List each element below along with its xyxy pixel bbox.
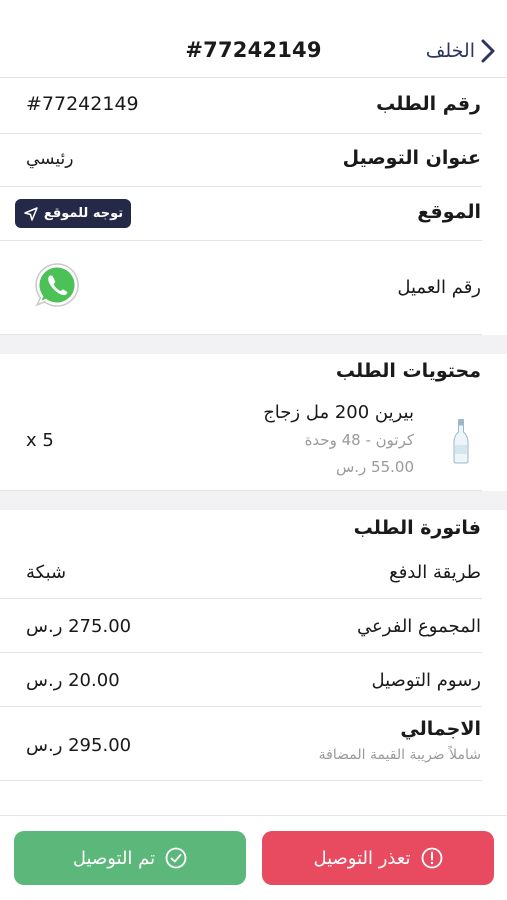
contents-title: محتويات الطلب (335, 360, 481, 382)
subtotal-value: 275.00 ر.س (26, 616, 132, 637)
delivered-button[interactable]: تم التوصيل (14, 831, 246, 885)
order-number-label: رقم الطلب (376, 93, 481, 115)
back-label: الخلف (425, 40, 475, 62)
contents-header: محتويات الطلب (0, 354, 507, 394)
divider (0, 780, 482, 781)
total-value: 295.00 ر.س (26, 735, 132, 756)
subtotal-label: المجموع الفرعي (357, 616, 481, 637)
exclamation-circle-icon (421, 847, 442, 869)
address-value: رئيسي (26, 149, 74, 169)
delivery-fee-value: 20.00 ر.س (26, 670, 120, 691)
chevron-right-icon (481, 39, 495, 63)
product-unit: كرتون - 48 وحدة (304, 431, 414, 449)
address-label: عنوان التوصيل (342, 147, 481, 169)
delivered-label: تم التوصيل (72, 847, 156, 869)
delivery-failed-button[interactable]: تعذر التوصيل (262, 831, 494, 885)
check-circle-icon (165, 847, 187, 869)
invoice-title: فاتورة الطلب (353, 517, 481, 539)
order-number-value: #77242149 (26, 93, 139, 115)
divider (0, 652, 482, 653)
total-note: شاملاً ضريبة القيمة المضافة (318, 747, 481, 763)
location-label: الموقع (417, 201, 481, 223)
delivery-fee-label: رسوم التوصيل (371, 670, 481, 691)
top-bar: #77242149 الخلف (0, 0, 507, 78)
product-price: 55.00 ر.س (335, 458, 414, 476)
bottle-icon (453, 419, 469, 464)
product-quantity: x 5 (26, 430, 54, 451)
address-row: عنوان التوصيل رئيسي (0, 134, 507, 186)
navigation-arrow-icon (24, 206, 38, 221)
order-number-row: رقم الطلب #77242149 (0, 78, 507, 133)
navigate-button-label: توجه للموقع (43, 206, 124, 221)
section-gap (0, 491, 507, 510)
delivery-failed-label: تعذر التوصيل (313, 847, 411, 869)
total-label: الاجمالي (400, 718, 481, 740)
payment-method-value: شبكة (26, 562, 67, 583)
divider (0, 598, 482, 599)
section-gap (0, 335, 507, 354)
customer-number-label: رقم العميل (397, 277, 481, 298)
whatsapp-icon[interactable] (33, 261, 81, 309)
back-button[interactable]: الخلف (426, 36, 495, 66)
navigate-to-location-button[interactable]: توجه للموقع (15, 199, 131, 228)
product-name: بيرين 200 مل زجاج (263, 402, 414, 423)
invoice-header: فاتورة الطلب (0, 510, 507, 550)
payment-method-label: طريقة الدفع (389, 562, 481, 583)
divider (0, 706, 482, 707)
